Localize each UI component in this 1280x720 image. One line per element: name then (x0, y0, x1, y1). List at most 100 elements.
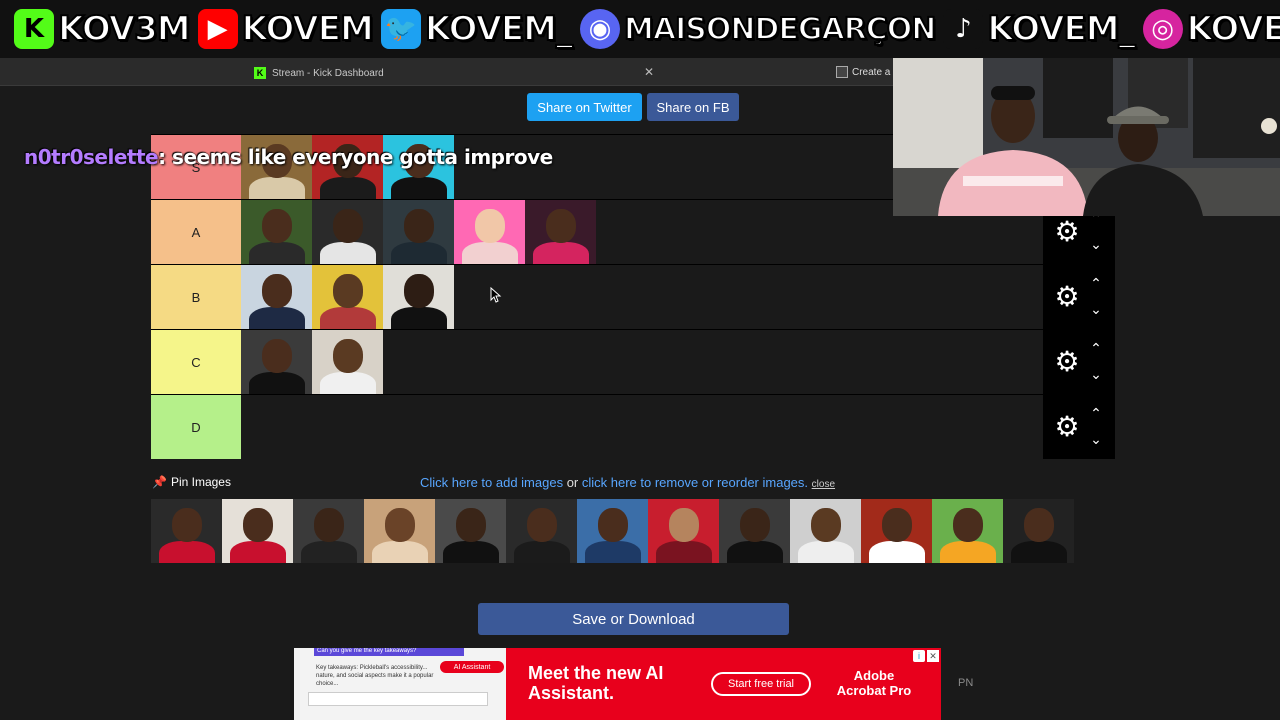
tier-label[interactable]: D (151, 395, 241, 459)
image-pool (151, 499, 1075, 563)
pin-images-toggle[interactable]: 📌 Pin Images (152, 475, 231, 489)
person-photo (312, 265, 383, 329)
tab-title: Stream - Kick Dashboard (272, 67, 384, 79)
add-images-link[interactable]: Click here to add images (420, 475, 563, 490)
ad-headline: Meet the new AI Assistant. (528, 663, 664, 703)
pool-image[interactable] (222, 499, 293, 563)
tier-label[interactable]: C (151, 330, 241, 394)
person-photo (1003, 499, 1074, 563)
social-handle: MAISONDEGARÇON (623, 11, 937, 48)
chevron-up-icon[interactable]: ⌃ (1085, 342, 1107, 356)
youtube-icon: ▶ (197, 9, 238, 49)
pool-image[interactable] (790, 499, 861, 563)
reorder-images-link[interactable]: click here to remove or reorder images. (582, 475, 808, 490)
kick-tab-icon: K (254, 67, 266, 79)
share-twitter-button[interactable]: Share on Twitter (527, 93, 642, 121)
ad-info-icon[interactable]: i (913, 650, 925, 662)
tab-kick-dashboard[interactable]: K Stream - Kick Dashboard (248, 60, 660, 86)
social-youtube: ▶ KOVEM (197, 8, 375, 50)
gear-icon[interactable]: ⚙ (1051, 281, 1083, 313)
tier-image[interactable] (312, 200, 383, 264)
tier-image[interactable] (241, 265, 312, 329)
tier-label[interactable]: B (151, 265, 241, 329)
person-photo (383, 265, 454, 329)
pool-image[interactable] (506, 499, 577, 563)
tier-image[interactable] (312, 330, 383, 394)
close-tab-icon[interactable]: ✕ (644, 65, 654, 79)
ad-preview-field (308, 692, 488, 706)
person-photo (241, 265, 312, 329)
ad-close-icon[interactable]: ✕ (927, 650, 939, 662)
chevron-down-icon[interactable]: ⌄ (1085, 238, 1107, 252)
chevron-up-icon[interactable]: ⌃ (1085, 277, 1107, 291)
tier-image[interactable] (241, 200, 312, 264)
pool-image[interactable] (719, 499, 790, 563)
tier-image[interactable] (241, 330, 312, 394)
pn-label: PN (958, 677, 974, 689)
pushpin-icon: 📌 (152, 475, 167, 489)
screen: K KOV3M ▶ KOVEM 🐦 KOVEM_ ◉ MAISONDEGARÇON ♪ KOVEM… (0, 0, 1280, 720)
ad-preview: Can you give me the key takeaways? AI As… (294, 648, 506, 720)
tab-page-icon (836, 66, 848, 78)
chevron-down-icon[interactable]: ⌄ (1085, 303, 1107, 317)
pool-image[interactable] (293, 499, 364, 563)
person-photo (383, 200, 454, 264)
tab-create[interactable]: Create a (836, 66, 890, 78)
social-instagram: ◎KOVEM_ (1142, 8, 1280, 50)
chevron-down-icon[interactable]: ⌄ (1085, 433, 1107, 447)
chevron-down-icon[interactable]: ⌄ (1085, 368, 1107, 382)
person-photo (435, 499, 506, 563)
tier-image[interactable] (312, 265, 383, 329)
ad-brand: Adobe Acrobat Pro (836, 668, 912, 698)
social-kick: K KOV3M (14, 8, 192, 50)
gear-icon[interactable]: ⚙ (1051, 411, 1083, 443)
tier-label[interactable]: A (151, 200, 241, 264)
social-handle: KOVEM_ (1186, 8, 1280, 50)
webcam-scene (893, 58, 1280, 216)
ad-banner[interactable]: Can you give me the key takeaways? AI As… (294, 648, 941, 720)
tier-image[interactable] (454, 200, 525, 264)
person-photo (506, 499, 577, 563)
tiktok-icon: ♪ (943, 9, 984, 49)
social-handle: KOVEM_ (986, 8, 1136, 50)
pool-image[interactable] (861, 499, 932, 563)
save-download-button[interactable]: Save or Download (478, 603, 789, 635)
chat-username: n0tr0selette (24, 145, 159, 169)
gear-icon[interactable]: ⚙ (1051, 216, 1083, 248)
pool-links: Click here to add images or click here t… (420, 475, 835, 490)
person-photo (719, 499, 790, 563)
pin-label: Pin Images (170, 475, 231, 489)
person-photo (932, 499, 1003, 563)
tier-image[interactable] (525, 200, 596, 264)
person-photo (241, 330, 312, 394)
ad-cta-button[interactable]: Start free trial (711, 672, 811, 696)
chat-message: n0tr0selette: seems like everyone gotta … (24, 145, 553, 169)
close-link[interactable]: close (812, 479, 835, 490)
pool-image[interactable] (1003, 499, 1074, 563)
twitter-icon: 🐦 (380, 9, 421, 49)
pool-image[interactable] (364, 499, 435, 563)
person-photo (222, 499, 293, 563)
pool-image[interactable] (151, 499, 222, 563)
tier-image[interactable] (383, 200, 454, 264)
pool-image[interactable] (932, 499, 1003, 563)
person-photo (151, 499, 222, 563)
chevron-up-icon[interactable]: ⌃ (1085, 407, 1107, 421)
person-photo (648, 499, 719, 563)
pool-image[interactable] (577, 499, 648, 563)
pool-image[interactable] (648, 499, 719, 563)
tier-image[interactable] (383, 265, 454, 329)
pool-image[interactable] (435, 499, 506, 563)
tier-items (241, 265, 454, 329)
share-fb-button[interactable]: Share on FB (647, 93, 739, 121)
social-handle: KOV3M (57, 8, 192, 50)
ad-question: Can you give me the key takeaways? (314, 648, 464, 656)
person-photo (293, 499, 364, 563)
person-photo (861, 499, 932, 563)
social-tiktok: ♪ KOVEM_ (943, 8, 1137, 50)
or-text: or (563, 475, 582, 490)
gear-icon[interactable]: ⚙ (1051, 346, 1083, 378)
social-handle: KOVEM_ (424, 8, 574, 50)
ad-preview-text: Key takeaways: Pickleball's accessibilit… (316, 665, 434, 687)
chat-text: : seems like everyone gotta improve (158, 145, 553, 169)
